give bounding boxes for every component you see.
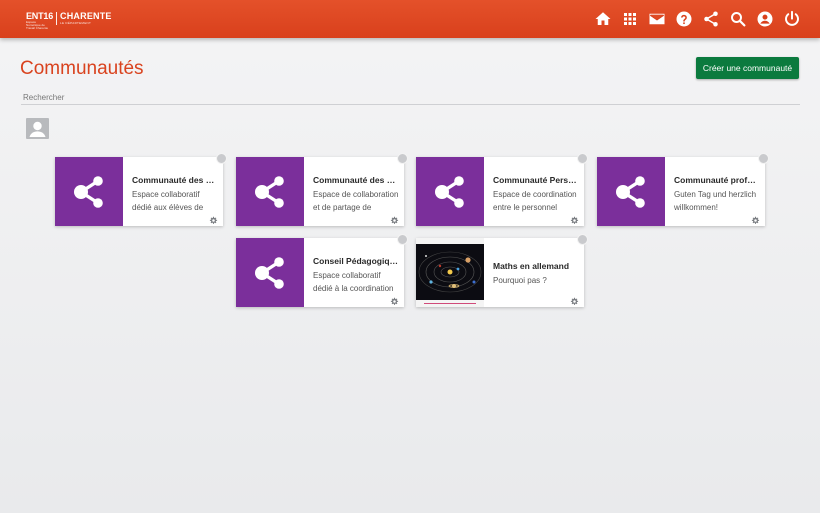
gear-icon[interactable] (751, 212, 760, 224)
community-title: Communauté profes... (674, 175, 760, 185)
close-icon[interactable] (577, 153, 588, 164)
share-icon (614, 173, 647, 210)
top-bar: ENT16 Espace Numérique de Travail Charen… (0, 0, 820, 38)
logo-region-text: CHARENTE (60, 11, 112, 21)
create-community-button[interactable]: Créer une communauté (696, 57, 799, 79)
description-line: entre le personnel (493, 203, 558, 212)
community-card[interactable]: Communauté profes... Guten Tag und herzl… (597, 153, 769, 226)
community-thumbnail (55, 157, 123, 226)
search-icon[interactable] (728, 9, 748, 29)
gear-icon[interactable] (390, 293, 399, 305)
community-thumbnail (236, 157, 304, 226)
community-thumbnail (236, 238, 304, 307)
community-thumbnail (597, 157, 665, 226)
description-line: dédié à la coordination (313, 284, 394, 293)
community-card[interactable]: Communauté des 5è... Espace collaboratif… (55, 153, 227, 226)
avatar[interactable] (26, 118, 49, 139)
community-card[interactable]: Maths en allemand Pourquoi pas ? (416, 234, 588, 307)
community-description: Espace collaboratif dédié aux élèves de (132, 188, 220, 214)
community-title: Conseil Pédagogiqu... (313, 256, 399, 266)
description-line: Espace de coordination (493, 190, 577, 199)
ent-logo[interactable]: ENT16 Espace Numérique de Travail Charen… (26, 12, 112, 30)
power-icon[interactable] (782, 9, 802, 29)
gear-icon[interactable] (570, 212, 579, 224)
solar-system-image (416, 238, 484, 307)
community-card[interactable]: Conseil Pédagogiqu... Espace collaborati… (236, 234, 408, 307)
logo-region-subtext: LE DÉPARTEMENT (60, 21, 92, 25)
share-icon[interactable] (701, 9, 721, 29)
close-icon[interactable] (397, 153, 408, 164)
help-icon[interactable] (674, 9, 694, 29)
close-icon[interactable] (758, 153, 769, 164)
community-title: Communauté des Pr... (313, 175, 399, 185)
description-line: Espace collaboratif (132, 190, 200, 199)
description-line: et de partage de (313, 203, 372, 212)
community-title: Communauté Person... (493, 175, 579, 185)
close-icon[interactable] (397, 234, 408, 245)
logo-divider (56, 12, 58, 25)
gear-icon[interactable] (570, 293, 579, 305)
account-icon[interactable] (755, 9, 775, 29)
community-card[interactable]: Communauté Person... Espace de coordinat… (416, 153, 588, 226)
header-nav (586, 9, 802, 29)
page-title: Communautés (20, 58, 144, 79)
gear-icon[interactable] (390, 212, 399, 224)
description-line: dédié aux élèves de (132, 203, 204, 212)
community-description: Espace collaboratif dédié à la coordinat… (313, 269, 401, 295)
community-thumbnail (416, 238, 484, 307)
community-description: Espace de collaboration et de partage de (313, 188, 401, 214)
mail-icon[interactable] (647, 9, 667, 29)
share-icon (433, 173, 466, 210)
share-icon (253, 255, 286, 290)
gear-icon[interactable] (209, 212, 218, 224)
home-icon[interactable] (593, 9, 613, 29)
community-description: Guten Tag und herzlich willkommen! (674, 188, 762, 214)
community-thumbnail (416, 157, 484, 226)
description-line: Espace de collaboration (313, 190, 399, 199)
logo-ent-subtext: Espace Numérique de Travail Charente (26, 20, 49, 30)
apps-icon[interactable] (620, 9, 640, 29)
description-line: Pourquoi pas ? (493, 276, 547, 285)
community-description: Pourquoi pas ? (493, 274, 581, 287)
community-card[interactable]: Communauté des Pr... Espace de collabora… (236, 153, 408, 226)
community-title: Communauté des 5è... (132, 175, 218, 185)
description-line: willkommen! (674, 203, 719, 212)
share-icon (253, 173, 286, 210)
community-description: Espace de coordination entre le personne… (493, 188, 581, 214)
community-title: Maths en allemand (493, 261, 570, 271)
close-icon[interactable] (216, 153, 227, 164)
description-line: Espace collaboratif (313, 271, 381, 280)
close-icon[interactable] (577, 234, 588, 245)
search-input[interactable] (21, 91, 800, 105)
share-icon (72, 173, 105, 210)
description-line: Guten Tag und herzlich (674, 190, 757, 199)
